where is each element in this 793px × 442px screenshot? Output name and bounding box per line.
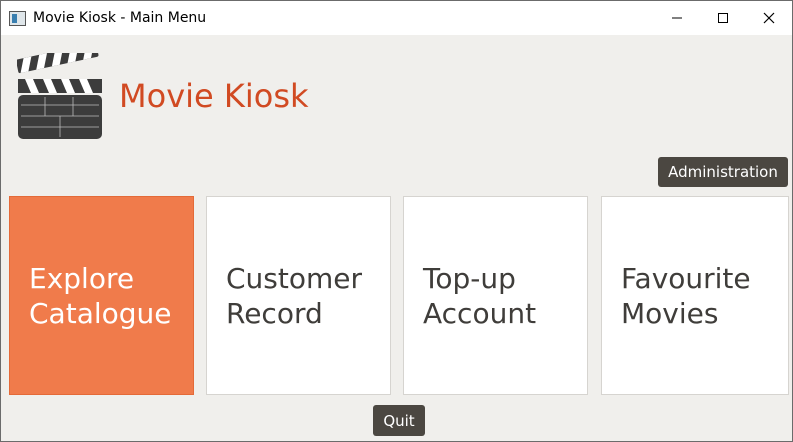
explore-catalogue-tile[interactable]: Explore Catalogue (9, 196, 194, 395)
favourite-movies-tile[interactable]: Favourite Movies (601, 196, 789, 395)
close-button[interactable] (746, 1, 792, 35)
minimize-button[interactable] (654, 1, 700, 35)
tile-label: Favourite Movies (621, 262, 751, 330)
app-title: Movie Kiosk (119, 77, 309, 115)
maximize-icon (718, 13, 728, 23)
window-controls (654, 1, 792, 35)
app-window: Movie Kiosk - Main Menu Movie Kiosk Admi… (0, 0, 793, 442)
administration-button[interactable]: Administration (658, 157, 788, 187)
tile-label: Explore Catalogue (29, 262, 172, 330)
app-window-icon (9, 10, 26, 26)
close-icon (763, 12, 775, 24)
quit-button[interactable]: Quit (373, 405, 425, 436)
clapperboard-icon (17, 53, 102, 139)
tile-label: Customer Record (226, 262, 363, 330)
title-bar[interactable]: Movie Kiosk - Main Menu (1, 1, 792, 35)
tile-label: Top-up Account (423, 262, 537, 330)
maximize-button[interactable] (700, 1, 746, 35)
top-up-account-tile[interactable]: Top-up Account (403, 196, 588, 395)
window-title: Movie Kiosk - Main Menu (33, 10, 207, 26)
customer-record-tile[interactable]: Customer Record (206, 196, 391, 395)
minimize-icon (672, 17, 682, 19)
